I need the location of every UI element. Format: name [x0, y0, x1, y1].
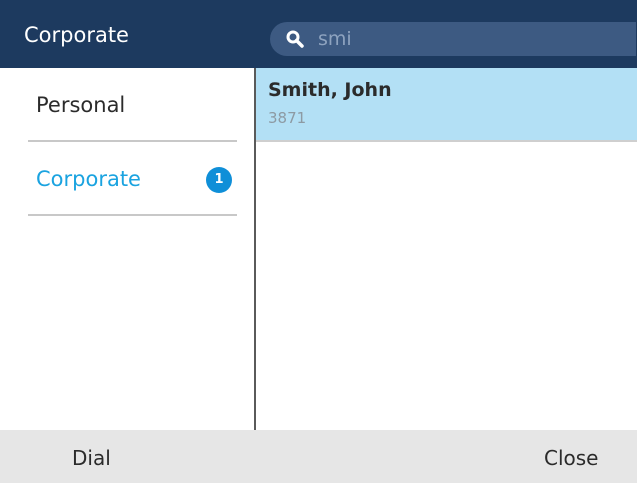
directory-screen: Corporate smi Personal Corporate 1 Smith… — [0, 0, 637, 483]
result-count-badge: 1 — [206, 167, 232, 193]
sidebar-item-corporate[interactable]: Corporate 1 — [28, 142, 237, 216]
directory-title: Corporate — [24, 23, 129, 47]
close-button[interactable]: Close — [544, 446, 598, 470]
directory-sidebar: Personal Corporate 1 — [0, 68, 254, 430]
sidebar-item-personal[interactable]: Personal — [28, 68, 237, 142]
list-item[interactable]: Smith, John 3871 — [256, 68, 637, 142]
search-input[interactable]: smi — [270, 22, 636, 56]
sidebar-item-label: Corporate — [36, 167, 141, 191]
results-list: Smith, John 3871 — [256, 68, 637, 430]
sidebar-item-label: Personal — [36, 93, 126, 117]
contact-name: Smith, John — [268, 79, 392, 101]
search-query: smi — [318, 28, 352, 50]
contact-number: 3871 — [268, 109, 307, 127]
search-icon — [286, 30, 304, 48]
softkey-bar: Dial Close — [0, 430, 637, 483]
header-bar: Corporate smi — [0, 0, 637, 68]
dial-button[interactable]: Dial — [72, 446, 111, 470]
